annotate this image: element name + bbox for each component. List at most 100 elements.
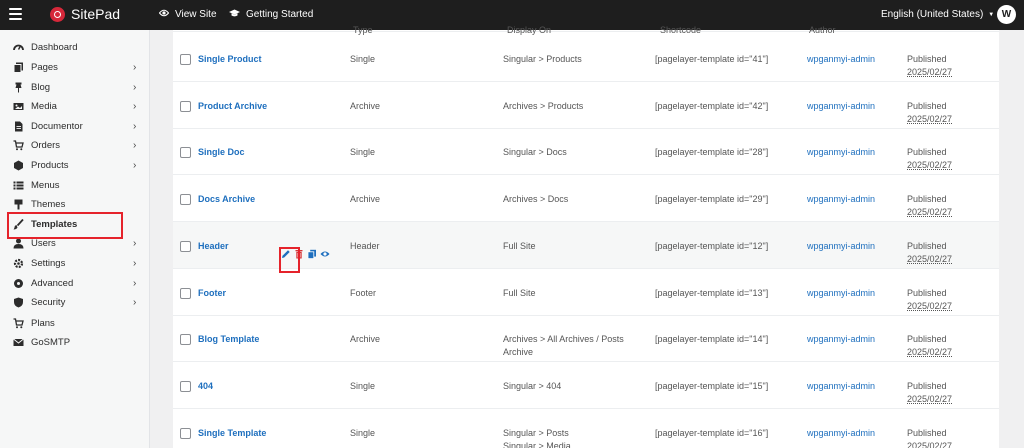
display-on: Archives > All Archives / Posts Archive: [503, 333, 624, 359]
template-title-link[interactable]: Single Doc: [198, 147, 245, 157]
author-link[interactable]: wpganmyi-admin: [807, 194, 875, 204]
cart-icon: [12, 318, 24, 330]
language-selector[interactable]: English (United States) ▼: [881, 9, 994, 20]
row-checkbox[interactable]: [180, 427, 191, 439]
table-row: 404 Single Singular > 404 [pagelayer-templa…: [173, 362, 999, 409]
template-shortcode: [pagelayer-template id="14"]: [655, 334, 769, 345]
template-type: Archive: [350, 194, 381, 205]
template-shortcode: [pagelayer-template id="16"]: [655, 427, 769, 438]
sidebar-item-label: Media: [31, 101, 57, 112]
display-on-line: Archives > Docs: [503, 194, 569, 205]
template-title-link[interactable]: Footer: [198, 288, 226, 298]
display-on: Archives > Products: [503, 100, 583, 113]
sidebar-item-menus[interactable]: Menus: [0, 176, 150, 195]
template-title-link[interactable]: Docs Archive: [198, 194, 255, 204]
status-label: Published: [907, 380, 947, 391]
sidebar-item-dashboard[interactable]: Dashboard: [0, 38, 150, 57]
sidebar-item-label: Settings: [31, 258, 66, 269]
status-label: Published: [907, 334, 947, 345]
sidebar-item-gosmtp[interactable]: GoSMTP: [0, 333, 150, 352]
sidebar-item-products[interactable]: Products ›: [0, 156, 150, 175]
template-title-link[interactable]: 404: [198, 381, 213, 391]
template-title-link[interactable]: Product Archive: [198, 101, 267, 111]
publish-date: 2025/02/27: [907, 440, 953, 448]
author-link[interactable]: wpganmyi-admin: [807, 54, 875, 64]
template-shortcode: [pagelayer-template id="28"]: [655, 147, 769, 158]
display-on-line: Singular > Media: [503, 440, 571, 448]
author-link[interactable]: wpganmyi-admin: [807, 147, 875, 157]
author-link[interactable]: wpganmyi-admin: [807, 241, 875, 251]
sidebar-item-blog[interactable]: Blog ›: [0, 78, 150, 97]
shield-icon: [12, 297, 24, 309]
status-label: Published: [907, 147, 947, 158]
view-site-link[interactable]: View Site: [158, 9, 217, 20]
sidebar: Dashboard Pages › Blog › Media › Documentor › Ord…: [0, 30, 150, 448]
hamburger-menu-icon[interactable]: [9, 8, 22, 20]
sidebar-item-orders[interactable]: Orders ›: [0, 136, 150, 155]
row-checkbox[interactable]: [180, 100, 191, 112]
display-on: Full Site: [503, 240, 536, 253]
edit-action-highlight-box: [279, 247, 300, 273]
sidebar-item-media[interactable]: Media ›: [0, 97, 150, 116]
template-title-link[interactable]: Blog Template: [198, 334, 259, 344]
getting-started-link[interactable]: Getting Started: [229, 9, 313, 20]
eye-icon: [158, 9, 170, 20]
display-on-line: Singular > Docs: [503, 147, 567, 158]
display-on: Archives > Docs: [503, 193, 568, 206]
sidebar-item-pages[interactable]: Pages ›: [0, 58, 150, 77]
display-on-line: Singular > Products: [503, 54, 582, 64]
publish-date: 2025/02/27: [907, 160, 953, 171]
author-link[interactable]: wpganmyi-admin: [807, 288, 875, 298]
author-link[interactable]: wpganmyi-admin: [807, 101, 875, 111]
template-shortcode: [pagelayer-template id="15"]: [655, 380, 769, 391]
display-on: Singular > Docs: [503, 146, 567, 159]
row-checkbox[interactable]: [180, 240, 191, 252]
copy-icon[interactable]: [307, 249, 317, 259]
template-type: Single: [350, 380, 376, 391]
row-checkbox[interactable]: [180, 380, 191, 392]
col-type-header: Type: [353, 25, 373, 35]
template-shortcode: [pagelayer-template id="42"]: [655, 100, 769, 111]
cart-icon: [12, 140, 24, 152]
row-checkbox[interactable]: [180, 334, 191, 346]
table-row: Product Archive Archive Archives > Product…: [173, 82, 999, 129]
author-link[interactable]: wpganmyi-admin: [807, 334, 875, 344]
eye-icon[interactable]: [320, 249, 330, 259]
chevron-right-icon: ›: [133, 238, 137, 249]
sidebar-item-label: Advanced: [31, 278, 74, 289]
table-header: Type Display On Shortcode Author: [173, 25, 999, 35]
sidebar-item-advanced[interactable]: Advanced ›: [0, 274, 150, 293]
sidebar-item-label: Security: [31, 297, 66, 308]
col-shortcode-header: Shortcode: [660, 25, 702, 35]
sidebar-item-label: Orders: [31, 140, 61, 151]
sidebar-item-documentor[interactable]: Documentor ›: [0, 117, 150, 136]
user-icon: [12, 238, 24, 250]
author-link[interactable]: wpganmyi-admin: [807, 428, 875, 438]
template-title-link[interactable]: Single Template: [198, 428, 266, 438]
publish-date: 2025/02/27: [907, 207, 953, 218]
user-avatar[interactable]: W: [997, 5, 1016, 24]
chevron-right-icon: ›: [133, 278, 137, 289]
sidebar-item-label: Blog: [31, 82, 51, 93]
chevron-right-icon: ›: [133, 297, 137, 308]
template-title-link[interactable]: Header: [198, 241, 229, 251]
row-checkbox[interactable]: [180, 147, 191, 159]
row-checkbox[interactable]: [180, 194, 191, 206]
brand[interactable]: SitePad: [50, 6, 120, 22]
main-content: Type Display On Shortcode Author Single …: [151, 25, 1024, 448]
template-title-link[interactable]: Single Product: [198, 54, 262, 64]
sidebar-item-security[interactable]: Security ›: [0, 293, 150, 312]
sidebar-item-settings[interactable]: Settings ›: [0, 254, 150, 273]
sidebar-item-label: GoSMTP: [31, 337, 71, 348]
graduation-cap-icon: [229, 9, 240, 20]
chevron-right-icon: ›: [133, 160, 137, 171]
scrollbar-area[interactable]: [999, 30, 1024, 448]
chevron-right-icon: ›: [133, 258, 137, 269]
row-checkbox[interactable]: [180, 287, 191, 299]
sidebar-item-label: Plans: [31, 318, 55, 329]
sidebar-item-plans[interactable]: Plans: [0, 314, 150, 333]
author-link[interactable]: wpganmyi-admin: [807, 381, 875, 391]
publish-date: 2025/02/27: [907, 253, 953, 264]
sidebar-item-label: Documentor: [31, 121, 83, 132]
row-checkbox[interactable]: [180, 54, 191, 65]
